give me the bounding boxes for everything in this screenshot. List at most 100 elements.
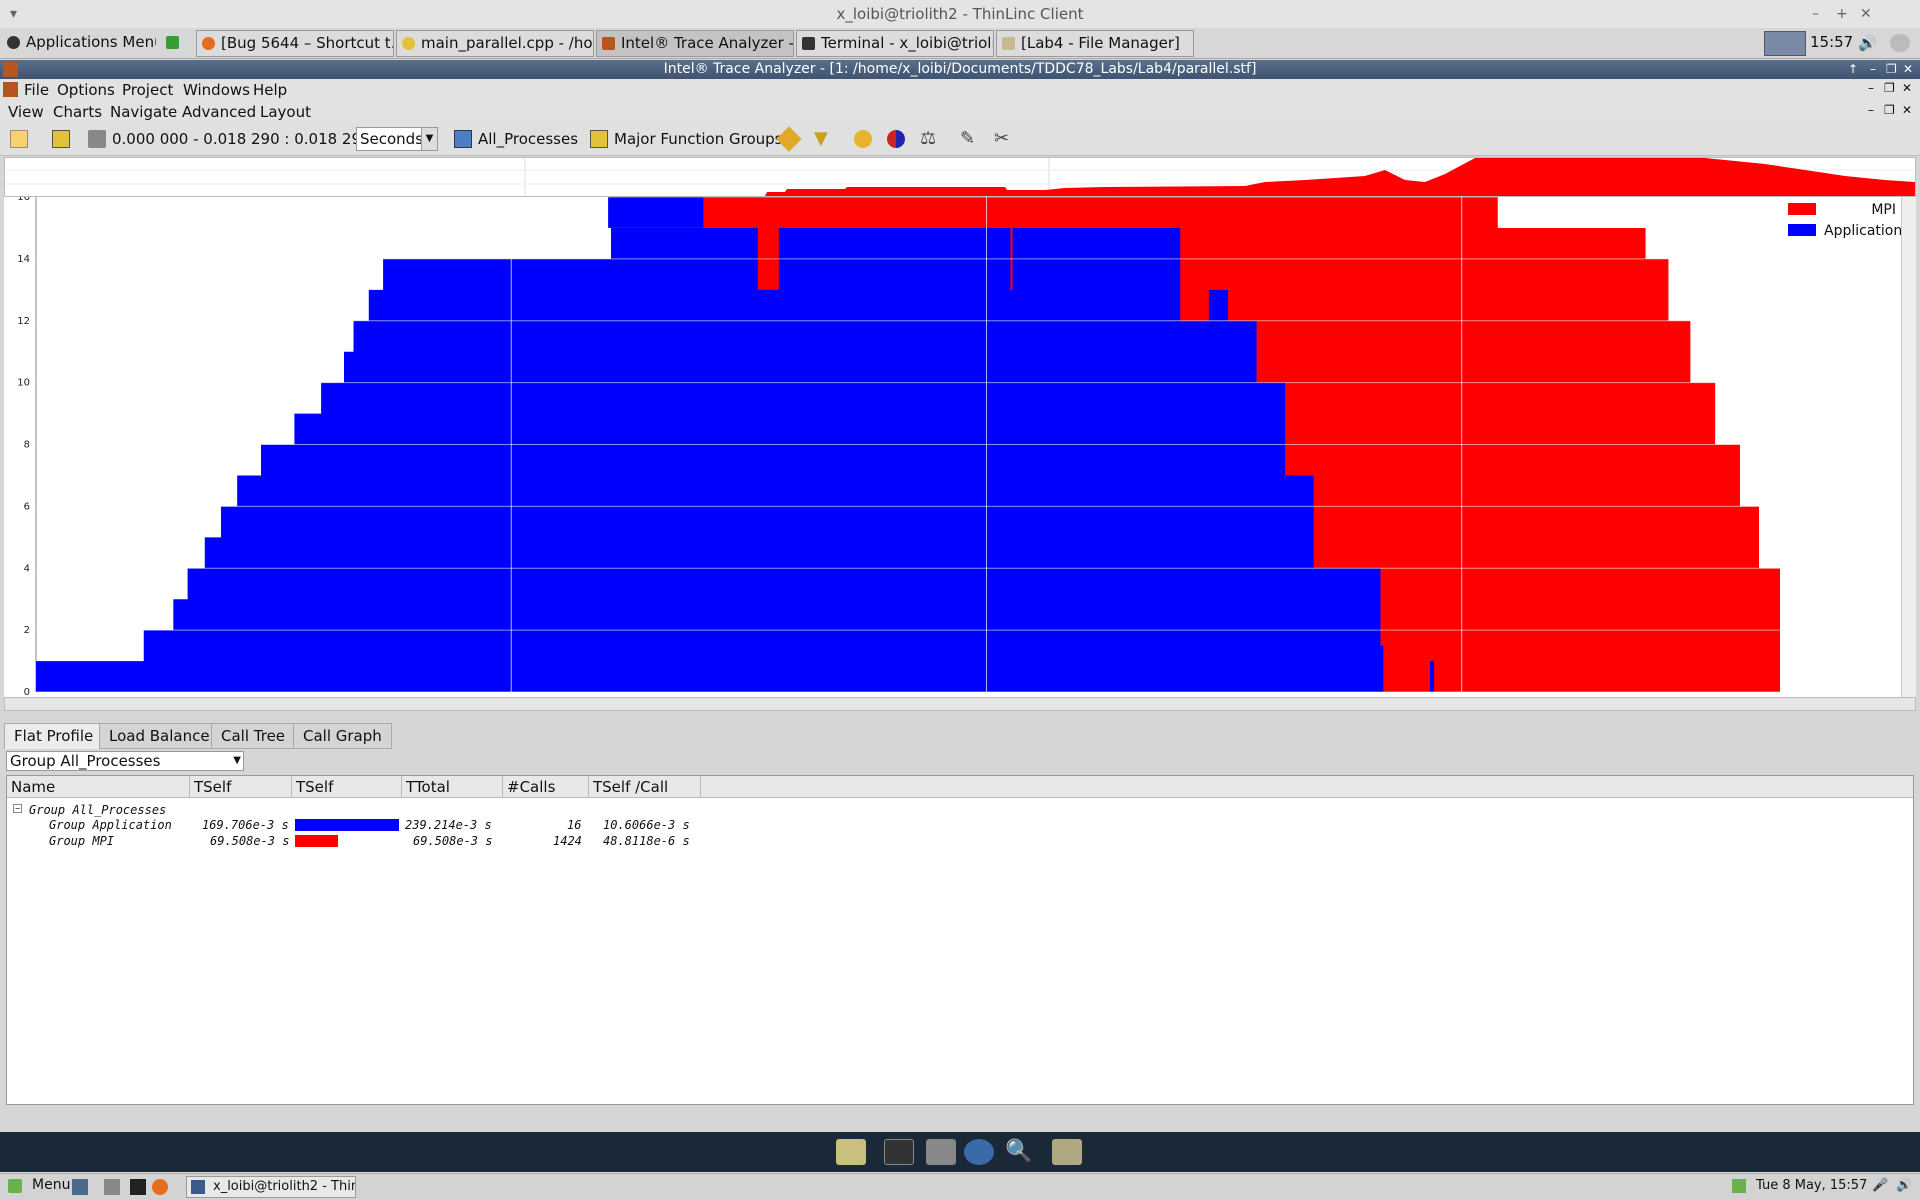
- balance-icon[interactable]: ⚖: [920, 130, 938, 148]
- collapse-icon[interactable]: −: [13, 804, 22, 813]
- chart-menubar: View Charts Navigate Advanced Layout – ❐…: [0, 101, 1920, 122]
- y-tick-label: 16: [17, 197, 30, 203]
- toolbar: 0.000 000 - 0.018 290 : 0.018 290 Second…: [0, 122, 1920, 156]
- y-tick-label: 14: [17, 254, 30, 265]
- folder-dock-icon[interactable]: [1052, 1139, 1082, 1165]
- group-select[interactable]: Group All_Processes ▼: [6, 751, 244, 771]
- row-name: Group All_Processes: [29, 803, 167, 817]
- col-calls[interactable]: #Calls: [503, 776, 589, 798]
- update-icon[interactable]: [1732, 1179, 1746, 1193]
- time-range[interactable]: 0.000 000 - 0.018 290 : 0.018 290: [112, 128, 371, 150]
- table-row[interactable]: Group Application 169.706e-3 s 239.214e-…: [7, 817, 1913, 833]
- timeline-overview[interactable]: [4, 157, 1916, 197]
- search-icon[interactable]: 🔍: [1004, 1139, 1034, 1165]
- processes-icon[interactable]: [454, 130, 472, 148]
- contrast-icon[interactable]: [887, 130, 905, 148]
- chevron-down-icon: ▼: [421, 128, 437, 150]
- sun-icon[interactable]: [854, 130, 872, 148]
- applications-menu-button[interactable]: Applications Menu: [2, 30, 156, 57]
- mic-icon[interactable]: 🎤: [1872, 1178, 1888, 1193]
- table-row[interactable]: Group MPI 69.508e-3 s 69.508e-3 s 1424 4…: [7, 833, 1913, 849]
- tab-call-tree[interactable]: Call Tree: [211, 723, 296, 749]
- taskbar-item-terminal[interactable]: Terminal - x_loibi@triolit...: [796, 30, 994, 57]
- taskbar-window-button[interactable]: x_loibi@triolith2 - Thin...: [186, 1176, 356, 1198]
- export-icon[interactable]: [88, 130, 106, 148]
- power-icon[interactable]: [1890, 34, 1910, 52]
- xfce-mouse-icon: [7, 36, 20, 49]
- close-icon[interactable]: ✕: [1860, 0, 1872, 28]
- function-groups-button[interactable]: Major Function Groups: [614, 128, 782, 150]
- processes-button[interactable]: All_Processes: [478, 128, 578, 150]
- col-tself[interactable]: TSelf: [190, 776, 292, 798]
- run-icon[interactable]: [160, 30, 194, 57]
- tab-call-graph[interactable]: Call Graph: [293, 723, 392, 749]
- maximize-icon[interactable]: +: [1836, 0, 1848, 28]
- taskbar-item-editor[interactable]: main_parallel.cpp - /hom...: [396, 30, 594, 57]
- titlebar-up-icon[interactable]: ↑: [1848, 60, 1858, 79]
- mdi-restore-icon[interactable]: ❐: [1884, 81, 1895, 95]
- terminal-launcher-icon[interactable]: [130, 1179, 146, 1195]
- row-calls: 1424: [553, 834, 582, 848]
- chart-restore-icon[interactable]: ❐: [1884, 103, 1895, 117]
- chart-area[interactable]: 0 2 4 6 8 10 12 14 16 MPI Application: [4, 192, 1916, 698]
- minimize-icon[interactable]: –: [1812, 0, 1819, 28]
- menu-project[interactable]: Project: [122, 81, 173, 99]
- vertical-scrollbar[interactable]: [1901, 197, 1916, 697]
- legend-label: Application: [1824, 223, 1902, 239]
- menu-charts[interactable]: Charts: [53, 103, 102, 121]
- browser-icon[interactable]: [964, 1139, 994, 1165]
- storage-icon[interactable]: [926, 1139, 956, 1165]
- y-tick-label: 4: [24, 563, 30, 574]
- notes-icon[interactable]: [836, 1139, 866, 1165]
- titlebar-minimize-icon[interactable]: –: [1870, 60, 1876, 79]
- menu-options[interactable]: Options: [57, 81, 115, 99]
- unit-select[interactable]: Seconds ▼: [356, 127, 438, 151]
- filter-icon[interactable]: ▼: [814, 130, 832, 148]
- horizontal-scrollbar[interactable]: [4, 697, 1916, 711]
- col-name[interactable]: Name: [7, 776, 190, 798]
- mint-menu-icon[interactable]: [8, 1179, 22, 1193]
- menu-view[interactable]: View: [8, 103, 44, 121]
- tools-icon[interactable]: ✂: [994, 130, 1012, 148]
- firefox-launcher-icon[interactable]: [152, 1179, 168, 1195]
- window-titlebar: Intel® Trace Analyzer - [1: /home/x_loib…: [0, 60, 1920, 79]
- panel-clock: 15:57: [1810, 33, 1854, 51]
- menu-navigate[interactable]: Navigate: [110, 103, 177, 121]
- col-tself-per-call[interactable]: TSelf /Call: [589, 776, 701, 798]
- titlebar-restore-icon[interactable]: ❐: [1886, 60, 1897, 79]
- menu-file[interactable]: File: [24, 81, 49, 99]
- mdi-close-icon[interactable]: ✕: [1902, 81, 1912, 95]
- tab-flat-profile[interactable]: Flat Profile: [4, 723, 104, 749]
- menu-windows[interactable]: Windows: [183, 81, 250, 99]
- activity-chart: 0 2 4 6 8 10 12 14 16 MPI Application: [17, 192, 1902, 698]
- col-tself-bar[interactable]: TSelf: [292, 776, 402, 798]
- chart-minimize-icon[interactable]: –: [1868, 103, 1874, 117]
- terminal-dock-icon[interactable]: [884, 1139, 914, 1165]
- legend-label: MPI: [1871, 202, 1896, 218]
- mdi-minimize-icon[interactable]: –: [1868, 81, 1874, 95]
- tab-load-balance[interactable]: Load Balance: [99, 723, 220, 749]
- menu-button[interactable]: Menu: [32, 1177, 70, 1193]
- film-icon[interactable]: [52, 130, 70, 148]
- workspace-switcher[interactable]: [1764, 31, 1806, 56]
- legend-swatch: [1788, 203, 1816, 215]
- pipette-icon[interactable]: ✎: [960, 130, 978, 148]
- col-ttotal[interactable]: TTotal: [402, 776, 503, 798]
- volume-tray-icon[interactable]: 🔊: [1896, 1178, 1912, 1193]
- taskbar-item-trace-analyzer[interactable]: Intel® Trace Analyzer - ...: [596, 30, 794, 57]
- function-groups-icon[interactable]: [590, 130, 608, 148]
- menu-layout[interactable]: Layout: [260, 103, 311, 121]
- menu-advanced[interactable]: Advanced: [182, 103, 256, 121]
- table-row-root[interactable]: − Group All_Processes: [7, 802, 1913, 818]
- window-menu-icon[interactable]: ▾: [10, 0, 17, 28]
- taskbar-item-bug[interactable]: [Bug 5644 – Shortcut t...: [196, 30, 394, 57]
- titlebar-close-icon[interactable]: ✕: [1903, 60, 1913, 79]
- show-desktop-icon[interactable]: [72, 1179, 88, 1195]
- taskbar-item-file-manager[interactable]: [Lab4 - File Manager]: [996, 30, 1194, 57]
- editor-icon: [402, 37, 415, 50]
- menu-help[interactable]: Help: [253, 81, 287, 99]
- files-launcher-icon[interactable]: [104, 1179, 120, 1195]
- chart-close-icon[interactable]: ✕: [1902, 103, 1912, 117]
- volume-icon[interactable]: 🔊: [1858, 34, 1878, 52]
- info-icon[interactable]: [10, 130, 28, 148]
